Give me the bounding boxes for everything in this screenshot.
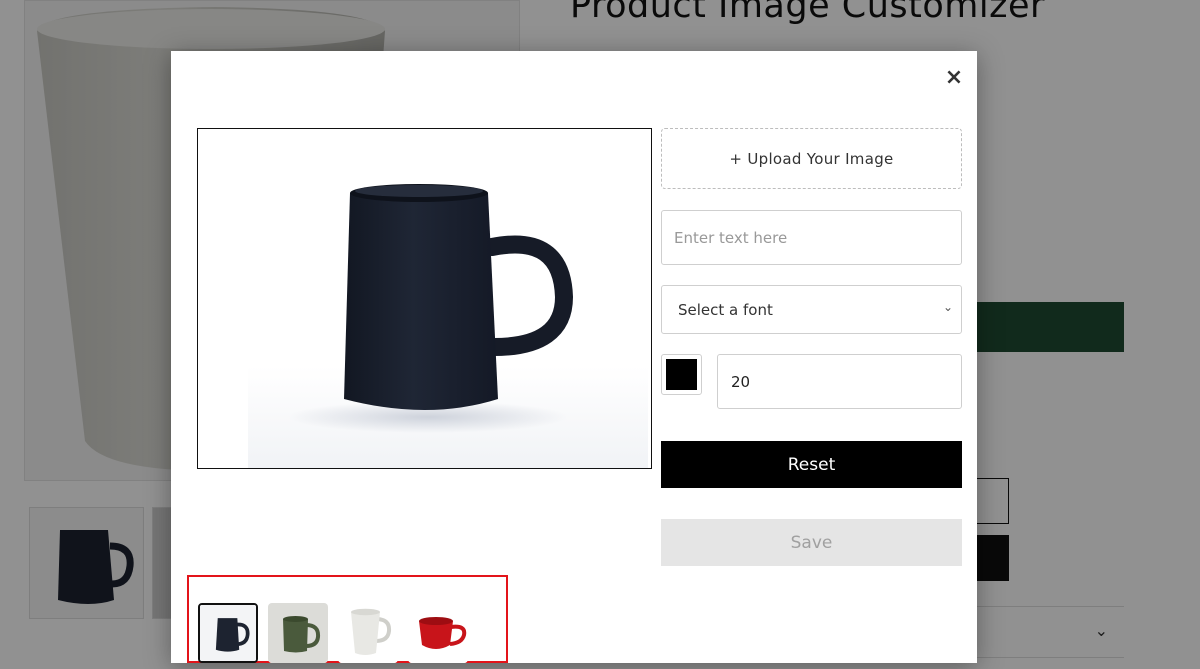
upload-button-label: + Upload Your Image (729, 149, 894, 168)
custom-text-input[interactable] (661, 210, 962, 265)
save-button[interactable]: Save (661, 519, 962, 566)
font-select-value: Select a font (678, 300, 773, 319)
close-icon[interactable]: × (943, 67, 965, 89)
upload-image-button[interactable]: + Upload Your Image (661, 128, 962, 189)
thumbnail-olive-mug[interactable] (268, 603, 328, 663)
font-select[interactable]: Select a font ⌄ (661, 285, 962, 334)
color-swatch-fill (666, 359, 697, 390)
font-size-input[interactable] (717, 354, 962, 409)
image-preview-canvas[interactable] (197, 128, 652, 469)
thumbnail-red-mug[interactable] (408, 603, 468, 663)
mug-variant-thumbnails (187, 575, 508, 663)
thumbnail-black-mug[interactable] (198, 603, 258, 663)
chevron-down-icon: ⌄ (942, 300, 953, 314)
thumbnail-white-mug[interactable] (338, 603, 398, 663)
reset-button[interactable]: Reset (661, 441, 962, 488)
black-mug-preview (288, 184, 574, 433)
text-color-picker[interactable] (661, 354, 702, 395)
customizer-modal: × + Upload Your Image Enter text here Se… (171, 51, 977, 663)
